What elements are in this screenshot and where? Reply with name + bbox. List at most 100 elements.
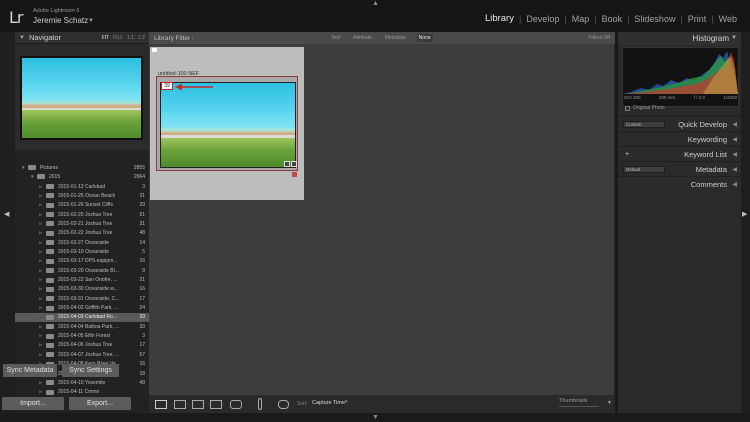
folder-row[interactable]: ▶ 2015-03-31 Oceanside, C... 17: [15, 294, 149, 303]
disclosure-triangle-icon[interactable]: ▶: [39, 212, 42, 218]
module-web[interactable]: Web: [714, 14, 742, 24]
toolbar-menu-icon[interactable]: ▼: [607, 400, 612, 406]
disclosure-triangle-icon[interactable]: ▶: [39, 286, 42, 292]
top-panel-toggle-icon[interactable]: ▲: [372, 0, 379, 7]
right-panel-strip[interactable]: ▶: [741, 32, 750, 413]
survey-view-icon[interactable]: [210, 400, 222, 409]
folder-row[interactable]: ▶ 2015-02-27 Oceanside 14: [15, 238, 149, 247]
folder-row[interactable]: ▶ 2015-04-03 Carlsbad Ro... 39: [15, 312, 149, 322]
grid-view-icon[interactable]: [155, 400, 167, 409]
folder-row[interactable]: ▼ 2015 2664: [15, 172, 149, 181]
collapse-triangle-icon[interactable]: ▼: [731, 35, 737, 41]
thumbnail-photo[interactable]: [160, 82, 296, 168]
collapse-triangle-icon[interactable]: ◀: [732, 181, 737, 188]
bottom-panel-toggle-icon[interactable]: ▼: [372, 414, 379, 421]
filter-option-none[interactable]: None: [416, 34, 433, 42]
original-photo-toggle[interactable]: Original Photo: [625, 105, 665, 111]
original-photo-checkbox[interactable]: [625, 105, 630, 111]
folder-row[interactable]: ▶ 2015-04-10 Yosemite 49: [15, 378, 149, 387]
module-slideshow[interactable]: Slideshow: [629, 14, 680, 24]
loupe-view-icon[interactable]: [174, 400, 186, 409]
folder-row[interactable]: ▶ 2015-03-17 DPS-equipm... 16: [15, 257, 149, 266]
disclosure-triangle-icon[interactable]: ▶: [39, 380, 42, 386]
section-preset-select[interactable]: Default: [623, 165, 665, 173]
zoom-option[interactable]: FIT: [102, 35, 110, 41]
disclosure-triangle-icon[interactable]: ▶: [39, 389, 42, 395]
disclosure-triangle-icon[interactable]: ▶: [39, 184, 42, 190]
disclosure-triangle-icon[interactable]: ▶: [39, 342, 42, 348]
folder-row[interactable]: ▶ 2015-04-05 Elfin Forest 3: [15, 332, 149, 341]
disclosure-triangle-icon[interactable]: ▶: [39, 258, 42, 264]
sort-dropdown-icon[interactable]: ▾: [345, 399, 348, 405]
disclosure-triangle-icon[interactable]: ▼: [21, 165, 25, 170]
filters-status[interactable]: Filters Off: [588, 35, 610, 41]
metadata-badge-icon[interactable]: [284, 161, 290, 167]
disclosure-triangle-icon[interactable]: ▶: [39, 333, 42, 339]
filter-option-attribute[interactable]: Attribute: [351, 34, 374, 42]
disclosure-triangle-icon[interactable]: ▶: [39, 324, 42, 330]
sync-settings-button[interactable]: Sync Settings: [62, 364, 119, 377]
add-keyword-icon[interactable]: +: [625, 151, 629, 158]
folder-row[interactable]: ▶ 2015-04-02 Griffith Park, ... 24: [15, 304, 149, 313]
collapse-triangle-icon[interactable]: ▼: [19, 35, 25, 41]
thumbnail-cell[interactable]: untitled-100.NEF 39: [150, 47, 304, 200]
module-book[interactable]: Book: [597, 14, 628, 24]
module-print[interactable]: Print: [683, 14, 712, 24]
panel-section-metadata[interactable]: Default Metadata ◀: [618, 161, 741, 176]
disclosure-triangle-icon[interactable]: ▶: [39, 202, 42, 208]
disclosure-triangle-icon[interactable]: ▶: [39, 314, 42, 320]
folder-row[interactable]: ▶ 2015-03-30 Oceanside w... 16: [15, 285, 149, 294]
disclosure-triangle-icon[interactable]: ▶: [39, 305, 42, 311]
folder-row[interactable]: ▶ 2015-04-11 Cmmo: [15, 388, 149, 397]
left-panel-toggle-icon[interactable]: ◀: [4, 210, 9, 218]
folder-row[interactable]: ▶ 2015-02-20 Joshua Tree 51: [15, 210, 149, 219]
zoom-option[interactable]: 1:1: [127, 35, 134, 41]
folder-row[interactable]: ▶ 2015-03-22 San Onofre, ... 21: [15, 276, 149, 285]
module-map[interactable]: Map: [567, 14, 595, 24]
disclosure-triangle-icon[interactable]: ▶: [39, 230, 42, 236]
zoom-option[interactable]: 1:2: [138, 35, 145, 41]
grid-view[interactable]: untitled-100.NEF 39: [149, 44, 615, 395]
painter-icon[interactable]: [258, 398, 262, 410]
left-panel-strip[interactable]: ◀: [0, 32, 15, 413]
user-name[interactable]: Jeremie Schatz: [33, 16, 88, 25]
disclosure-triangle-icon[interactable]: ▶: [39, 240, 42, 246]
folder-row[interactable]: ▶ 2015-01-26 Sunset Cliffs 29: [15, 201, 149, 210]
disclosure-triangle-icon[interactable]: ▶: [39, 221, 42, 227]
navigator-photo[interactable]: [22, 58, 141, 138]
folder-row[interactable]: ▶ 2015-01-12 Carlsbad 3: [15, 182, 149, 191]
folder-row[interactable]: ▶ 2015-04-04 Balboa Park, ... 33: [15, 322, 149, 331]
panel-section-keyword-list[interactable]: + Keyword List ◀: [618, 146, 741, 161]
panel-section-keywording[interactable]: Keywording ◀: [618, 131, 741, 146]
section-preset-select[interactable]: Custom: [623, 120, 665, 128]
collapse-triangle-icon[interactable]: ◀: [732, 151, 737, 158]
disclosure-triangle-icon[interactable]: ▼: [30, 174, 34, 179]
thumbnail-size-slider[interactable]: [559, 406, 599, 407]
sort-select[interactable]: Capture Time: [312, 400, 345, 406]
disclosure-triangle-icon[interactable]: ▶: [39, 193, 42, 199]
disclosure-triangle-icon[interactable]: ▶: [39, 249, 42, 255]
module-develop[interactable]: Develop: [521, 14, 564, 24]
export-button[interactable]: Export...: [69, 397, 131, 410]
collapse-triangle-icon[interactable]: ◀: [732, 166, 737, 173]
panel-section-comments[interactable]: Comments ◀: [618, 176, 741, 191]
folder-row[interactable]: ▶ 2015-03-10 Oceanside 5: [15, 247, 149, 256]
folder-row[interactable]: ▶ 2015-04-06 Joshua Tree 17: [15, 341, 149, 350]
panel-section-quick-develop[interactable]: Custom Quick Develop ◀: [618, 116, 741, 131]
navigator-header[interactable]: ▼ Navigator FIT FILL 1:1 1:2: [15, 32, 149, 44]
develop-badge-icon[interactable]: [291, 161, 297, 167]
import-button[interactable]: Import...: [2, 397, 64, 410]
compare-view-icon[interactable]: [192, 400, 204, 409]
folder-row[interactable]: ▶ 2015-03-20 Oceanside Bl... 9: [15, 266, 149, 275]
filter-option-text[interactable]: Text: [329, 34, 342, 42]
disclosure-triangle-icon[interactable]: ▶: [39, 277, 42, 283]
collapse-triangle-icon[interactable]: ◀: [732, 121, 737, 128]
disclosure-triangle-icon[interactable]: ▶: [39, 296, 42, 302]
histogram-header[interactable]: Histogram ▼: [618, 32, 741, 45]
folder-row[interactable]: ▶ 2015-01-25 Ocean Beach 31: [15, 191, 149, 200]
right-panel-toggle-icon[interactable]: ▶: [742, 210, 747, 218]
color-label-icon[interactable]: [292, 172, 297, 177]
zoom-option[interactable]: FILL: [113, 35, 123, 41]
people-view-icon[interactable]: [230, 400, 242, 409]
chevron-down-icon[interactable]: ▼: [88, 18, 94, 24]
